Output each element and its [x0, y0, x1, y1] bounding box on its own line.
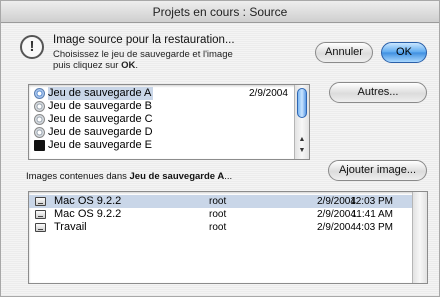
alert-icon: ! [20, 35, 44, 59]
backup-set-label: Jeu de sauvegarde B [48, 100, 152, 112]
disk-image-icon [35, 197, 46, 206]
message-title: Image source pour la restauration... [53, 34, 235, 46]
scroll-up-arrow-icon[interactable]: ▲ [295, 135, 309, 145]
backup-set-label: Jeu de sauvegarde D [48, 126, 153, 138]
images-label-suffix: ... [224, 171, 233, 182]
disc-icon [34, 127, 45, 138]
images-section-label: Images contenues dans Jeu de sauvegarde … [26, 171, 232, 182]
message-line-2: puis cliquez sur OK. [53, 60, 138, 71]
backup-set-date: 2/9/2004 [249, 88, 288, 99]
backup-set-item[interactable]: Jeu de sauvegarde D [29, 126, 295, 139]
image-name: Travail [54, 221, 87, 233]
message-line-2-suffix: . [135, 60, 139, 71]
scroll-thumb[interactable] [297, 88, 307, 118]
backup-set-label: Jeu de sauvegarde E [48, 139, 152, 151]
disc-icon [34, 101, 45, 112]
image-time: 4:03 PM [355, 222, 393, 233]
disk-image-icon [35, 223, 46, 232]
images-label-prefix: Images contenues dans [26, 171, 130, 182]
image-name: Mac OS 9.2.2 [54, 208, 122, 220]
image-date: 2/9/2004 [317, 222, 356, 233]
message-line-1: Choisissez le jeu de sauvegarde et l'ima… [53, 49, 233, 60]
backup-set-item[interactable]: Jeu de sauvegarde C [29, 113, 295, 126]
backup-list-scrollbar[interactable]: ▲ ▼ [294, 85, 309, 159]
image-owner: root [209, 222, 227, 233]
disk-image-icon [35, 210, 46, 219]
image-time: 11:41 AM [351, 209, 393, 220]
others-button[interactable]: Autres... [329, 82, 427, 103]
disc-icon [34, 114, 45, 125]
images-table[interactable]: Mac OS 9.2.2 root 2/9/2004 12:03 PM Mac … [28, 191, 428, 284]
message-line-2-prefix: puis cliquez sur [53, 60, 122, 71]
images-table-scrollbar[interactable] [412, 192, 427, 283]
backup-set-list[interactable]: Jeu de sauvegarde A 2/9/2004 Jeu de sauv… [28, 84, 310, 160]
tape-icon [34, 140, 45, 151]
image-row[interactable]: Mac OS 9.2.2 root 2/9/2004 11:41 AM [29, 208, 413, 221]
image-date: 2/9/2004 [317, 209, 356, 220]
backup-set-label: Jeu de sauvegarde A [48, 87, 154, 100]
image-time: 12:03 PM [350, 196, 393, 207]
image-owner: root [209, 196, 227, 207]
image-name: Mac OS 9.2.2 [54, 195, 122, 207]
images-label-bold: Jeu de sauvegarde A [129, 171, 225, 182]
window-title: Projets en cours : Source [1, 1, 439, 23]
disc-blue-icon [34, 88, 45, 99]
image-owner: root [209, 209, 227, 220]
image-row[interactable]: Travail root 2/9/2004 4:03 PM [29, 221, 413, 234]
backup-set-item[interactable]: Jeu de sauvegarde E [29, 139, 295, 152]
add-image-button[interactable]: Ajouter image... [328, 160, 427, 181]
backup-set-label: Jeu de sauvegarde C [48, 113, 153, 125]
cancel-button[interactable]: Annuler [315, 42, 373, 63]
scroll-down-arrow-icon[interactable]: ▼ [295, 146, 309, 156]
ok-button[interactable]: OK [381, 42, 427, 63]
backup-set-item[interactable]: Jeu de sauvegarde A 2/9/2004 [29, 87, 295, 100]
dialog-window: Projets en cours : Source ! Image source… [0, 0, 440, 297]
image-row[interactable]: Mac OS 9.2.2 root 2/9/2004 12:03 PM [29, 195, 413, 208]
message-line-2-bold: OK [121, 60, 136, 71]
backup-set-item[interactable]: Jeu de sauvegarde B [29, 100, 295, 113]
